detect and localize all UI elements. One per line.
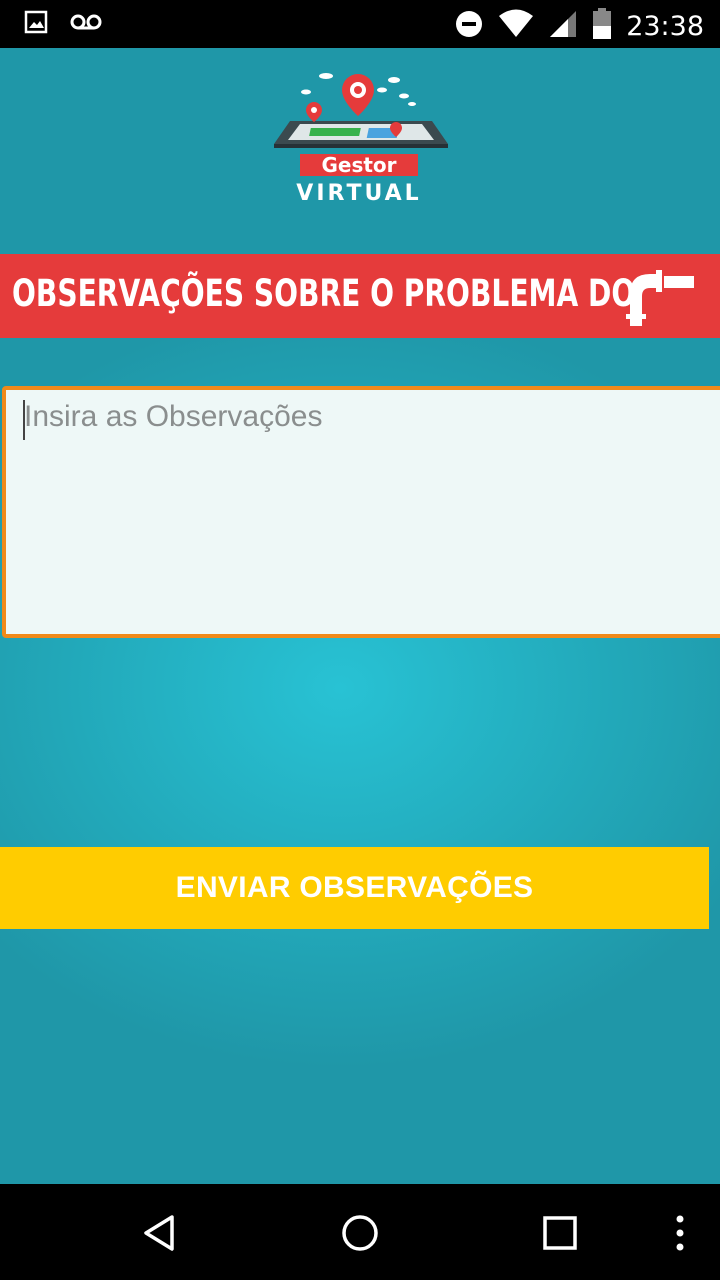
pipe-icon xyxy=(626,264,696,328)
more-options-icon[interactable] xyxy=(656,1210,704,1256)
app-screen: Gestor VIRTUAL OBSERVAÇÕES SOBRE O PROBL… xyxy=(0,48,720,1184)
logo-text-gestor: Gestor xyxy=(321,153,396,177)
status-clock: 23:38 xyxy=(626,11,704,42)
text-cursor xyxy=(23,400,25,440)
send-observations-button[interactable]: ENVIAR OBSERVAÇÕES xyxy=(0,847,709,929)
voicemail-icon xyxy=(70,13,102,36)
page-title: OBSERVAÇÕES SOBRE O PROBLEMA DO xyxy=(12,272,636,315)
signal-icon xyxy=(548,9,578,44)
observations-placeholder: Insira as Observações xyxy=(24,400,323,433)
do-not-disturb-icon xyxy=(454,9,484,44)
back-icon[interactable] xyxy=(136,1210,184,1256)
title-banner: OBSERVAÇÕES SOBRE O PROBLEMA DO xyxy=(0,254,720,338)
gestor-virtual-logo: Gestor VIRTUAL xyxy=(270,66,452,206)
battery-icon xyxy=(592,8,612,45)
wifi-icon xyxy=(498,9,534,44)
navigation-bar xyxy=(0,1184,720,1280)
logo-text-virtual: VIRTUAL xyxy=(296,181,421,206)
recents-icon[interactable] xyxy=(536,1210,584,1256)
status-bar: 23:38 xyxy=(0,0,720,48)
home-icon[interactable] xyxy=(336,1210,384,1256)
image-notification-icon xyxy=(24,10,48,39)
